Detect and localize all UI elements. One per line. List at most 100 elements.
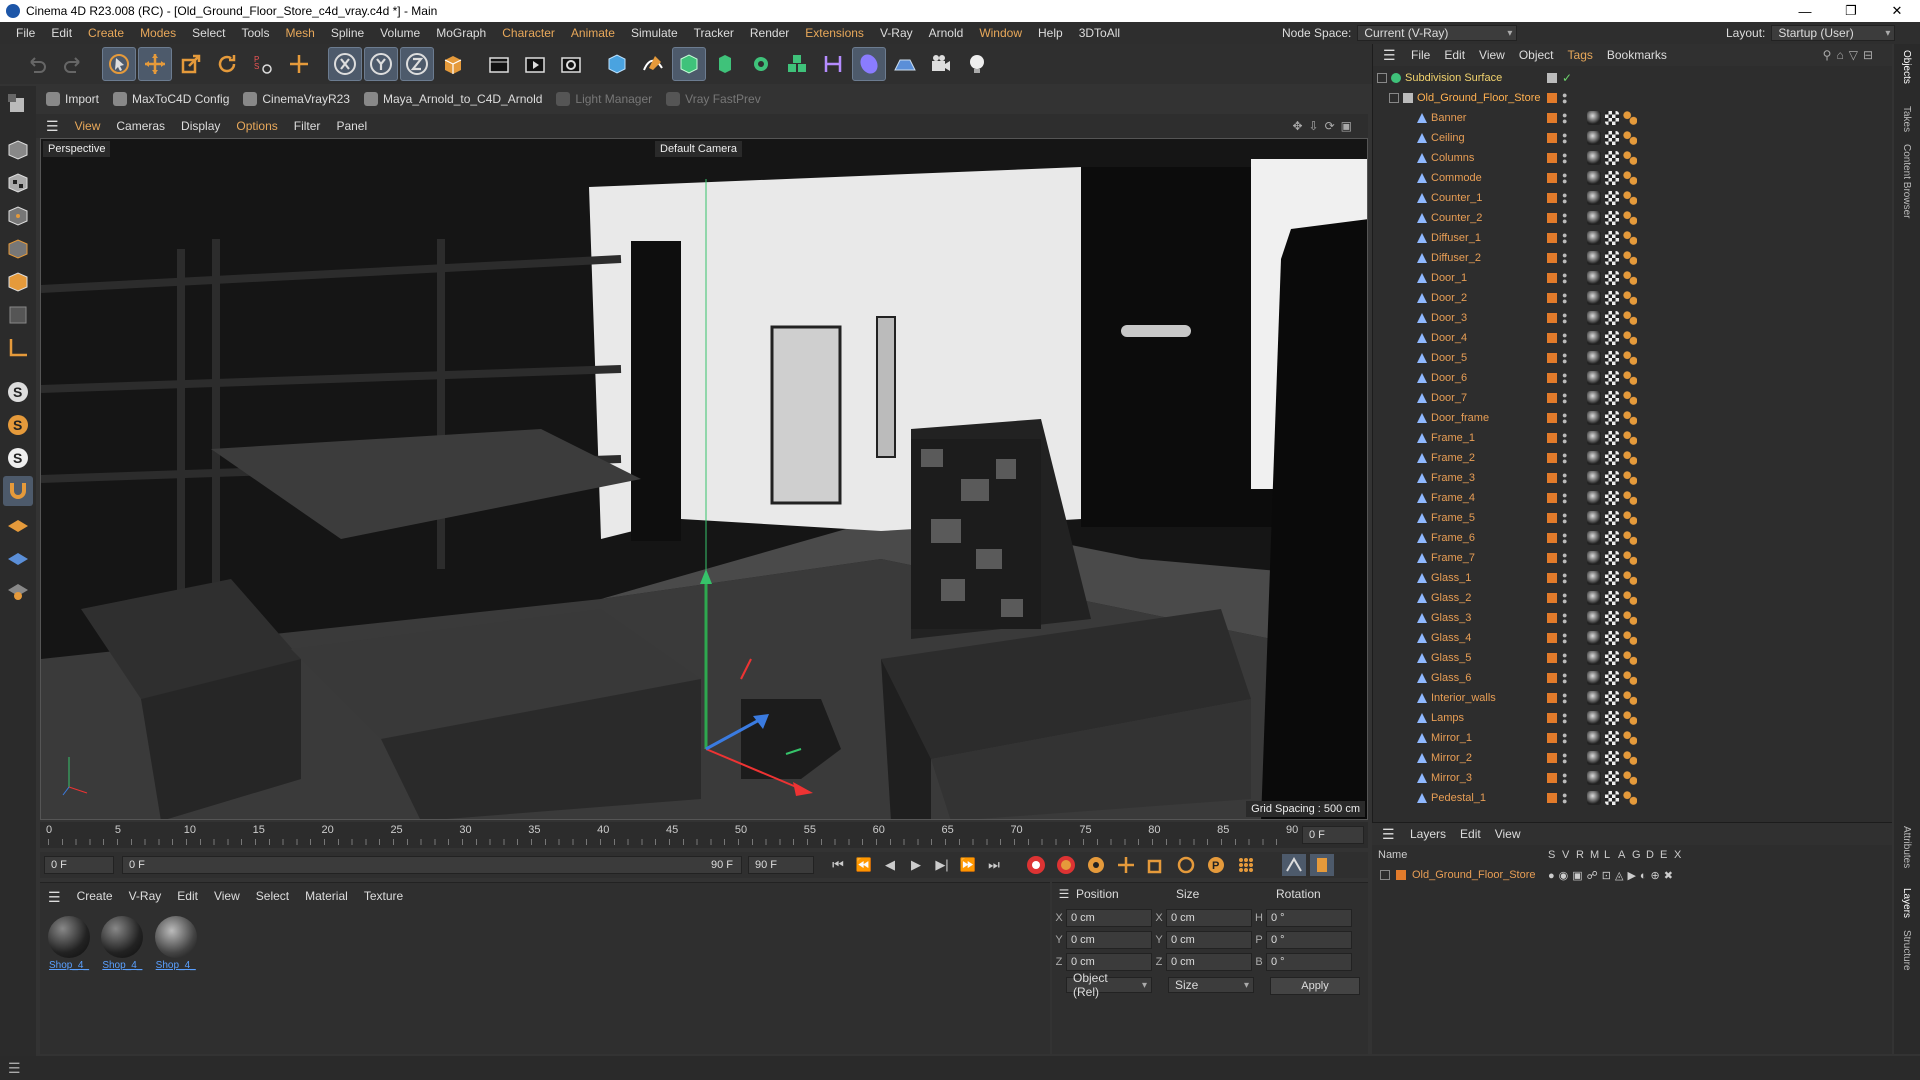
menu-vray[interactable]: V-Ray (872, 26, 921, 40)
menu-select[interactable]: Select (184, 26, 233, 40)
visibility-dots[interactable]: ● ● (1562, 111, 1567, 126)
light-button[interactable] (960, 47, 994, 81)
material-hamburger-icon[interactable]: ☰ (48, 889, 61, 906)
rotation-key-button[interactable] (1174, 854, 1198, 876)
object-menu-file[interactable]: File (1411, 48, 1430, 62)
object-row[interactable]: Door_4 ● ● (1373, 328, 1892, 348)
visibility-dots[interactable]: ● ● (1562, 731, 1567, 746)
vray-tag-icon[interactable] (1623, 711, 1637, 725)
material-tag-icon[interactable] (1587, 351, 1601, 365)
object-row[interactable]: Glass_4 ● ● (1373, 628, 1892, 648)
y-axis-button[interactable] (364, 47, 398, 81)
rotation-field[interactable]: 0 ° (1266, 931, 1352, 949)
menu-tracker[interactable]: Tracker (686, 26, 742, 40)
texture-tag-icon[interactable] (1605, 171, 1619, 185)
render-to-picture-viewer-button[interactable] (518, 47, 552, 81)
layer-column-header[interactable]: R (1576, 849, 1590, 861)
visibility-dots[interactable]: ● ● (1562, 231, 1567, 246)
texture-tag-icon[interactable] (1605, 431, 1619, 445)
object-row-subdivision[interactable]: Subdivision Surface ✓ (1373, 68, 1892, 88)
spline-pen-button[interactable] (636, 47, 670, 81)
visibility-dots[interactable]: ● ● (1562, 611, 1567, 626)
material-tag-icon[interactable] (1587, 551, 1601, 565)
points-mode-button[interactable] (3, 201, 33, 231)
position-field[interactable]: 0 cm (1066, 953, 1152, 971)
cube-primitive-button[interactable] (600, 47, 634, 81)
layer-swatch[interactable] (1547, 533, 1557, 543)
tree-expand-icon[interactable] (1380, 870, 1390, 880)
field-button[interactable] (852, 47, 886, 81)
perspective-viewport[interactable]: Perspective Default Camera Grid Spacing … (40, 138, 1368, 820)
vray-tag-icon[interactable] (1623, 751, 1637, 765)
texture-tag-icon[interactable] (1605, 671, 1619, 685)
workplane-button[interactable] (3, 509, 33, 539)
material-tag-icon[interactable] (1587, 331, 1601, 345)
material-tag-icon[interactable] (1587, 291, 1601, 305)
vray-tag-icon[interactable] (1623, 571, 1637, 585)
layer-swatch[interactable] (1547, 753, 1557, 763)
layer-swatch[interactable] (1547, 313, 1557, 323)
object-row[interactable]: Lamps ● ● (1373, 708, 1892, 728)
texture-tag-icon[interactable] (1605, 191, 1619, 205)
vray-tag-icon[interactable] (1623, 431, 1637, 445)
layer-swatch[interactable] (1547, 773, 1557, 783)
vray-tag-icon[interactable] (1623, 231, 1637, 245)
visibility-dots[interactable]: ● ● (1562, 491, 1567, 506)
cloner-button[interactable] (708, 47, 742, 81)
object-row[interactable]: Door_2 ● ● (1373, 288, 1892, 308)
uv-mode-button[interactable] (3, 300, 33, 330)
coordinate-mode-dropdown[interactable]: Object (Rel) (1066, 971, 1152, 999)
texture-mode-button[interactable] (3, 168, 33, 198)
menu-tools[interactable]: Tools (233, 26, 277, 40)
object-row[interactable]: Door_3 ● ● (1373, 308, 1892, 328)
viewport-menu-options[interactable]: Options (236, 119, 277, 133)
vray-tag-icon[interactable] (1623, 691, 1637, 705)
vray-fastprev-button[interactable]: Vray FastPrev (666, 92, 761, 106)
material-tag-icon[interactable] (1587, 711, 1601, 725)
material-tag-icon[interactable] (1587, 671, 1601, 685)
menu-arnold[interactable]: Arnold (921, 26, 972, 40)
layer-swatch[interactable] (1547, 693, 1557, 703)
snap-settings-button[interactable]: S (3, 410, 33, 440)
floor-environment-button[interactable] (888, 47, 922, 81)
visibility-dots[interactable]: ● ● (1562, 511, 1567, 526)
object-menu-tags[interactable]: Tags (1568, 48, 1593, 62)
size-field[interactable]: 0 cm (1166, 909, 1252, 927)
layer-swatch[interactable] (1547, 373, 1557, 383)
layer-swatch[interactable] (1547, 473, 1557, 483)
layer-swatch[interactable] (1547, 673, 1557, 683)
menu-simulate[interactable]: Simulate (623, 26, 686, 40)
texture-tag-icon[interactable] (1605, 611, 1619, 625)
object-row[interactable]: Mirror_3 ● ● (1373, 768, 1892, 788)
grid-plane-button[interactable] (3, 542, 33, 572)
visibility-dots[interactable]: ● ● (1562, 131, 1567, 146)
apply-button[interactable]: Apply (1270, 977, 1360, 995)
material-tag-icon[interactable] (1587, 211, 1601, 225)
vray-tag-icon[interactable] (1623, 371, 1637, 385)
object-row[interactable]: Commode ● ● (1373, 168, 1892, 188)
mat-menu-texture[interactable]: Texture (364, 889, 403, 906)
object-row[interactable]: Frame_2 ● ● (1373, 448, 1892, 468)
vray-tag-icon[interactable] (1623, 191, 1637, 205)
object-row[interactable]: Frame_1 ● ● (1373, 428, 1892, 448)
object-row[interactable]: Frame_5 ● ● (1373, 508, 1892, 528)
edges-mode-button[interactable] (3, 234, 33, 264)
deformer-button[interactable] (816, 47, 850, 81)
visibility-dots[interactable]: ● ● (1562, 91, 1567, 106)
material-tag-icon[interactable] (1587, 111, 1601, 125)
visibility-dots[interactable]: ● ● (1562, 371, 1567, 386)
texture-tag-icon[interactable] (1605, 471, 1619, 485)
layers-hamburger-icon[interactable]: ☰ (1382, 826, 1395, 843)
vray-tag-icon[interactable] (1623, 311, 1637, 325)
maxtoc4d-config-button[interactable]: MaxToC4D Config (113, 92, 229, 106)
material-tag-icon[interactable] (1587, 491, 1601, 505)
object-row[interactable]: Columns ● ● (1373, 148, 1892, 168)
layer-column-header[interactable]: D (1646, 849, 1660, 861)
go-to-start-button[interactable]: ⏮ (826, 854, 850, 876)
layer-column-header[interactable]: G (1632, 849, 1646, 861)
texture-tag-icon[interactable] (1605, 551, 1619, 565)
menu-spline[interactable]: Spline (323, 26, 372, 40)
vray-tag-icon[interactable] (1623, 331, 1637, 345)
object-row[interactable]: Door_5 ● ● (1373, 348, 1892, 368)
coord-hamburger-icon[interactable]: ☰ (1052, 887, 1076, 901)
